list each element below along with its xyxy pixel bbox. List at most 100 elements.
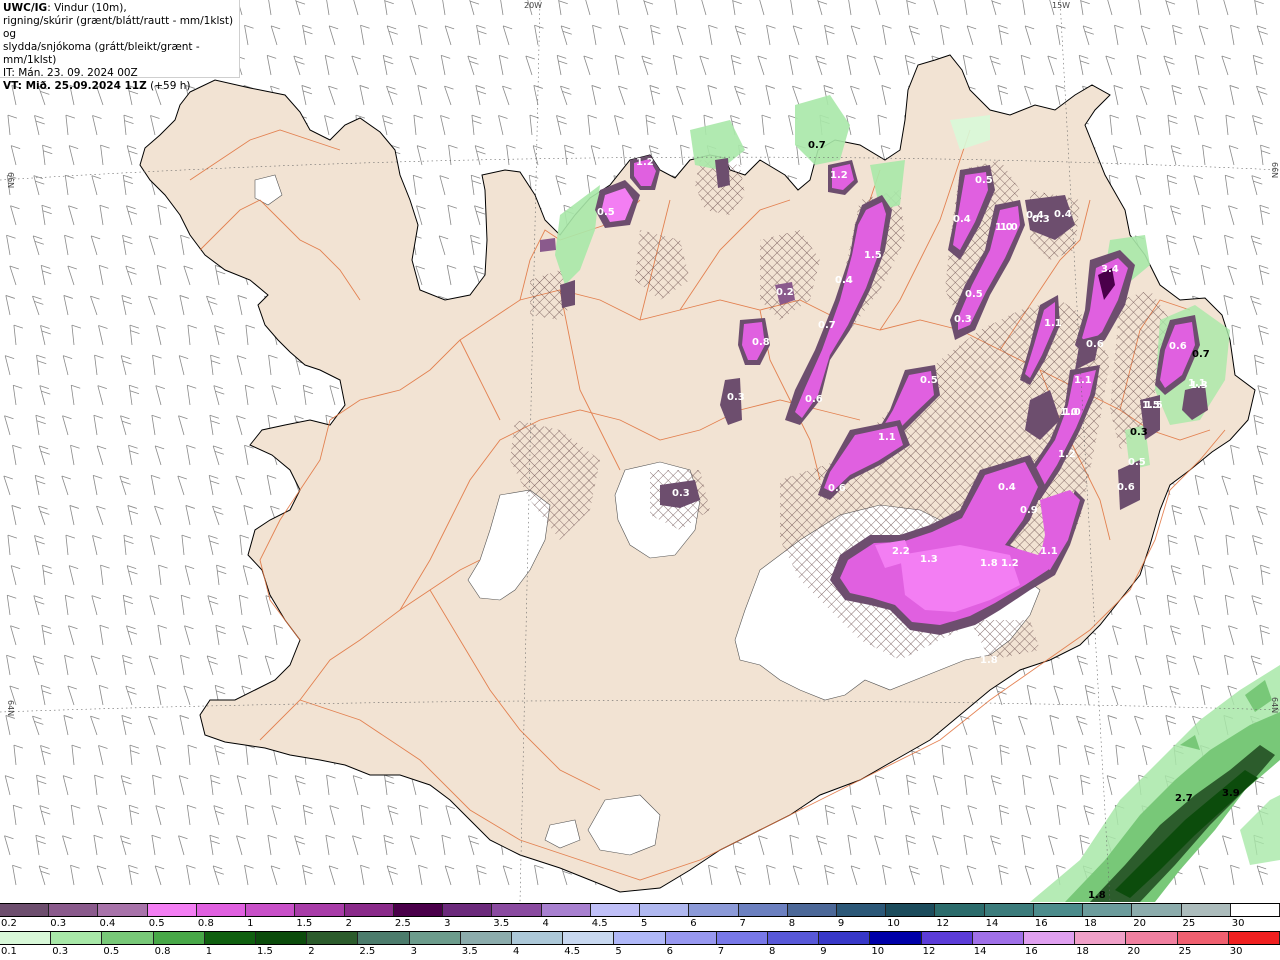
- colorbar-cell: [1181, 904, 1231, 916]
- wind-barb: [70, 804, 81, 826]
- colorbar-cell: [196, 904, 247, 916]
- wind-barb: [1167, 114, 1178, 136]
- wind-barb: [382, 54, 394, 76]
- colorbar-cell: [787, 904, 837, 916]
- wind-barb: [989, 55, 1001, 76]
- wind-barb: [1135, 175, 1145, 196]
- wind-barb: [990, 775, 1002, 796]
- colorbar-cell: [295, 904, 345, 916]
- colorbar-tick-label: 18: [1076, 946, 1089, 957]
- wind-barb: [1138, 0, 1142, 16]
- wind-barb: [325, 834, 335, 856]
- lat-label-66n-left: 66N: [6, 172, 15, 188]
- wind-barb: [474, 145, 486, 166]
- wind-barb: [1257, 385, 1269, 406]
- wind-barb: [1083, 805, 1095, 826]
- wind-barb: [1143, 624, 1153, 646]
- wind-barb: [732, 0, 742, 16]
- colorbar-cell: [541, 904, 591, 916]
- colorbar-cell: [0, 932, 52, 944]
- lead-time: (+59 h): [150, 80, 191, 92]
- wind-barb: [294, 835, 306, 856]
- wind-barb: [614, 115, 624, 136]
- wind-barb: [63, 715, 73, 736]
- wind-barb: [500, 0, 504, 16]
- wind-barb: [295, 0, 306, 16]
- wind-barb: [967, 805, 977, 826]
- wind-barb: [1171, 85, 1183, 106]
- wind-barb: [100, 564, 110, 586]
- wind-barb: [33, 595, 45, 616]
- wind-barb: [1225, 114, 1236, 136]
- wind-barb: [178, 835, 188, 856]
- wind-barb: [39, 385, 51, 406]
- colorbar-cell: [393, 904, 444, 916]
- colorbar-tick-label: 10: [887, 918, 900, 929]
- wind-barb: [351, 55, 361, 76]
- wind-barb: [1053, 685, 1063, 706]
- wind-barb: [302, 804, 314, 826]
- colorbar-cell: [246, 904, 296, 916]
- wind-barb: [93, 414, 103, 436]
- lat-label-64n-right: 64N: [1270, 697, 1279, 713]
- wind-barb: [1230, 804, 1241, 826]
- colorbar-tick-label: 9: [820, 946, 827, 957]
- wind-barb: [766, 24, 776, 46]
- wind-barb: [502, 85, 512, 106]
- wind-barb: [766, 864, 776, 886]
- colorbar-cell: [665, 932, 717, 944]
- wind-barb: [701, 0, 707, 16]
- wind-barb: [98, 745, 108, 766]
- wind-barb: [1136, 115, 1146, 136]
- wind-barb: [708, 24, 718, 46]
- snow-value-label: 0.7: [808, 140, 826, 151]
- wind-barb: [68, 145, 79, 166]
- wind-barb: [592, 24, 602, 46]
- wind-barb: [244, 444, 254, 466]
- wind-barb: [156, 684, 167, 706]
- wind-barb: [757, 55, 767, 76]
- wind-barb: [734, 25, 746, 46]
- wind-barb: [214, 745, 225, 766]
- wind-barb: [446, 264, 457, 286]
- colorbar-tick-label: 1.5: [296, 918, 313, 929]
- wind-barb: [1200, 264, 1211, 286]
- wind-barb: [270, 865, 281, 886]
- colorbar-tick-label: 4.5: [564, 946, 581, 957]
- wind-barb: [177, 475, 187, 496]
- wind-barb: [470, 234, 481, 256]
- wind-barb: [1198, 25, 1209, 46]
- wind-barb: [533, 85, 543, 106]
- wind-barb: [905, 834, 916, 856]
- wind-barb: [699, 55, 709, 76]
- wind-barb: [156, 264, 167, 286]
- wind-barb: [120, 355, 132, 376]
- colorbar-tick-label: 6: [666, 946, 673, 957]
- wind-barb: [1055, 85, 1065, 106]
- wind-barb: [789, 834, 799, 856]
- wind-barb: [1224, 594, 1235, 616]
- wind-barb: [909, 805, 921, 826]
- wind-barb: [119, 475, 131, 496]
- wind-barb: [1080, 0, 1090, 16]
- snow-value-label: 1.1: [1040, 546, 1058, 557]
- wind-barb: [387, 805, 399, 826]
- wind-barb: [38, 505, 50, 526]
- colorbar-tick-label: 5: [641, 918, 648, 929]
- rain-offshore-band: [1030, 665, 1280, 902]
- wind-barb: [474, 205, 486, 226]
- wind-barb: [1201, 624, 1211, 646]
- wind-barb: [91, 175, 101, 196]
- wind-barb: [438, 235, 449, 256]
- lon-label-20w: 20W: [524, 1, 542, 10]
- wind-barb: [1107, 0, 1113, 16]
- wind-barb: [448, 144, 458, 166]
- wind-barb: [40, 264, 52, 286]
- wind-barb: [1193, 175, 1203, 196]
- wind-barb: [674, 0, 678, 16]
- wind-barb: [359, 85, 369, 106]
- wind-barb: [1228, 145, 1239, 166]
- colorbar-tick-label: 7: [739, 918, 746, 929]
- snow-value-label: 0.4: [998, 482, 1016, 493]
- model-source: UWC/IG: [3, 2, 48, 14]
